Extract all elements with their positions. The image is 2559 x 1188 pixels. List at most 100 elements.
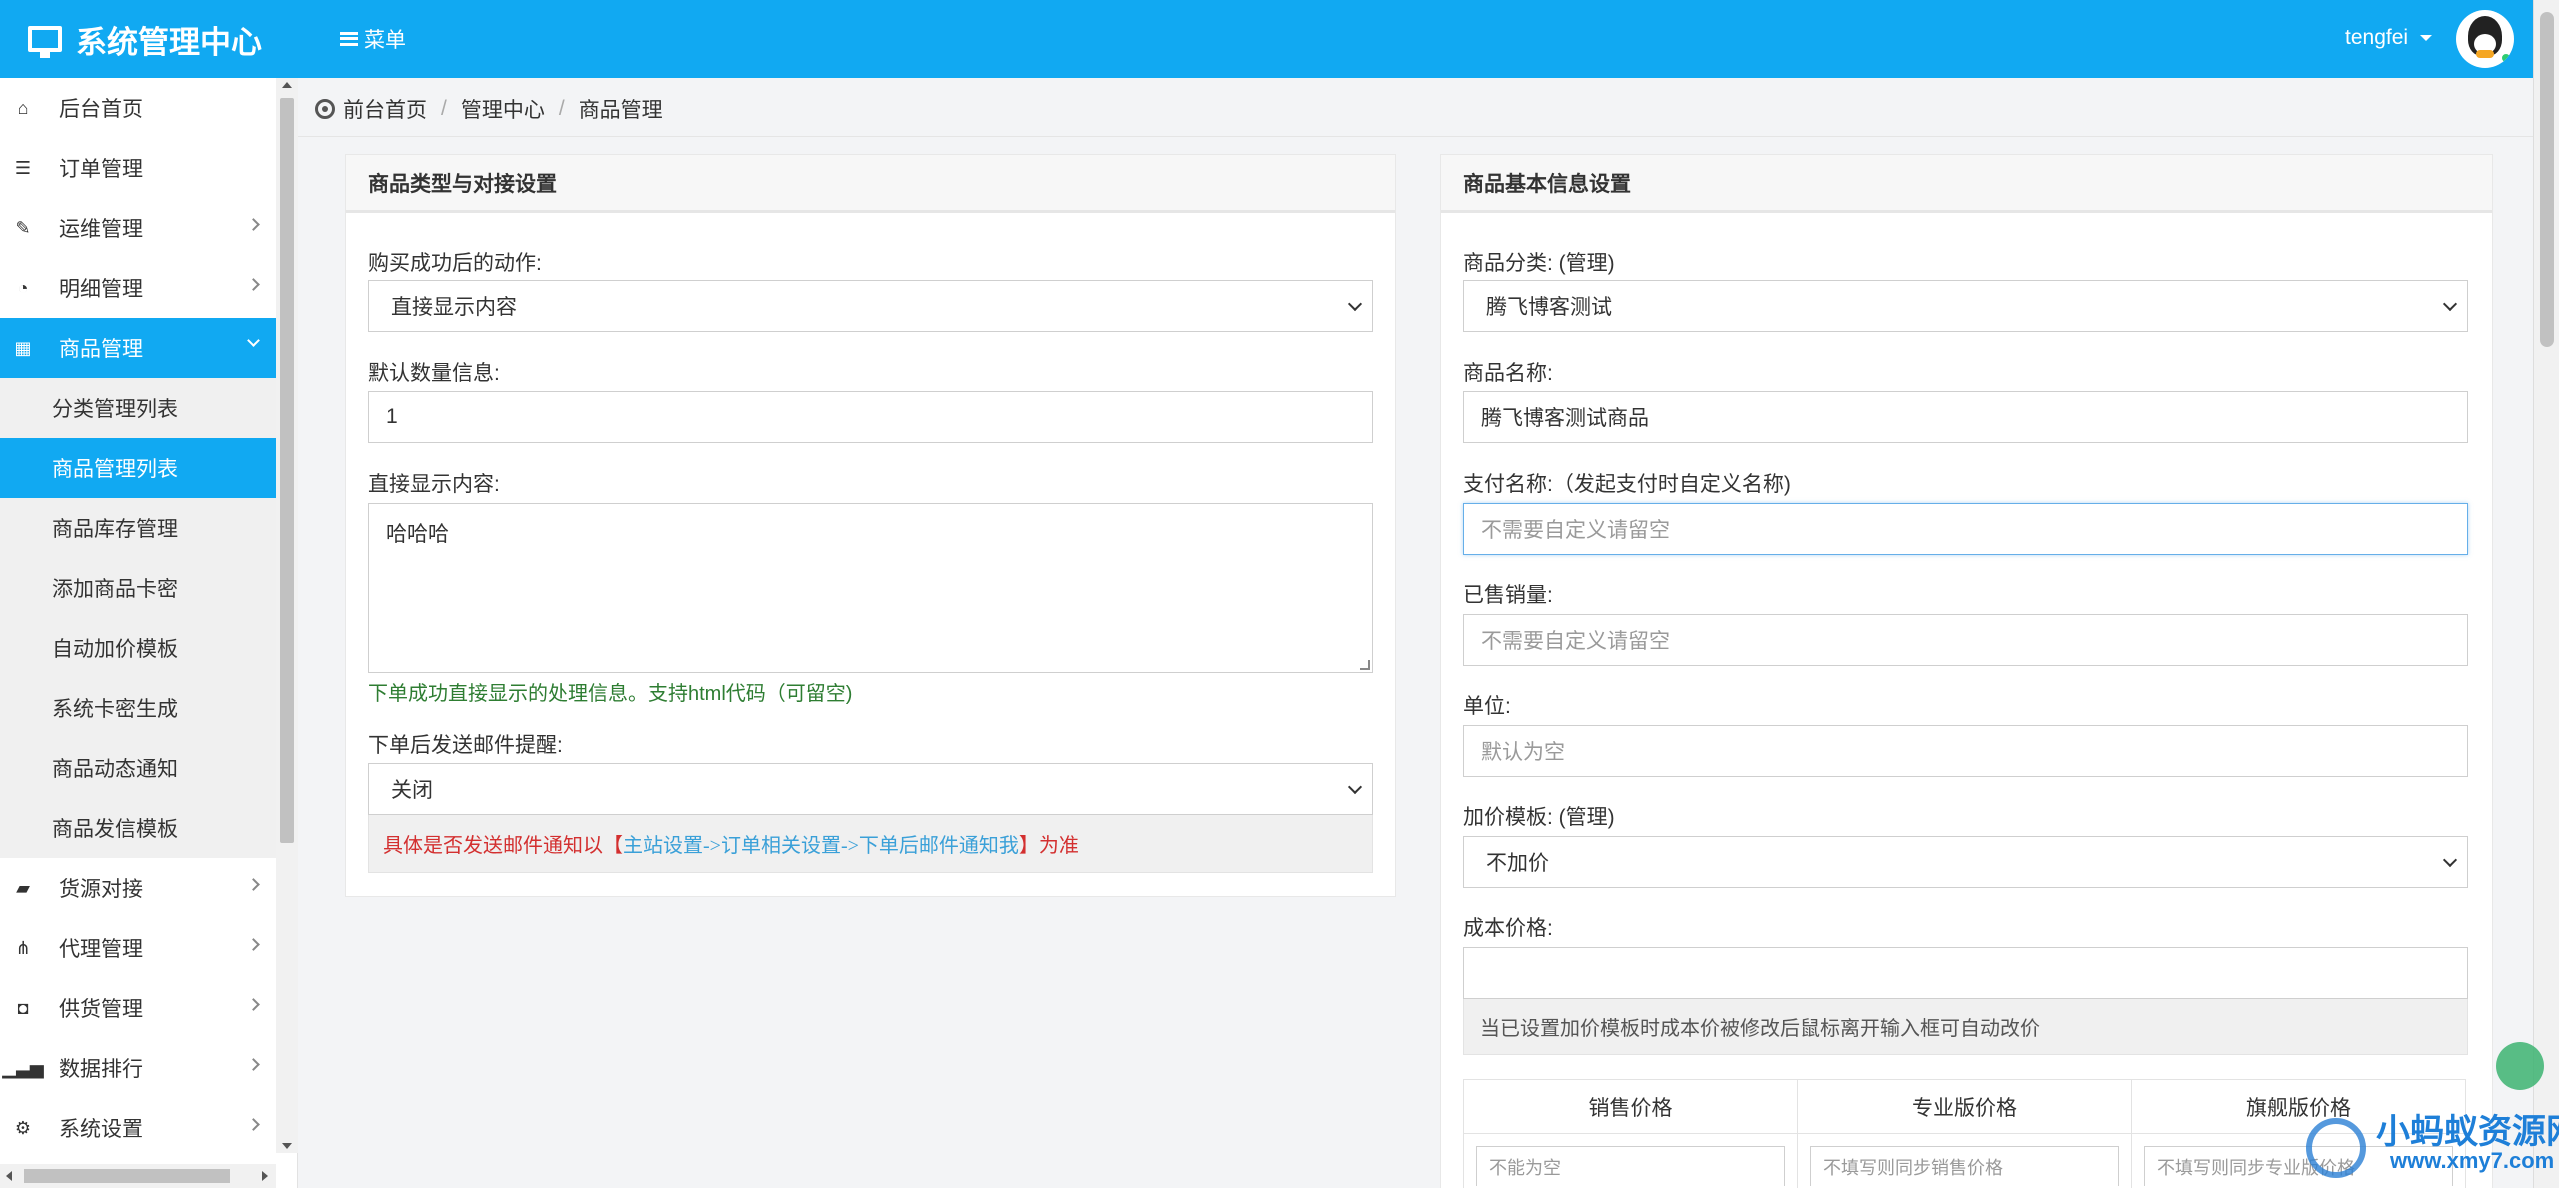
cost-input[interactable] bbox=[1463, 947, 2468, 999]
mail-note-prefix: 具体是否发送邮件通知以【 bbox=[383, 835, 623, 857]
sold-label: 已售销量: bbox=[1463, 584, 1553, 607]
sidebar-scrollbar[interactable] bbox=[276, 78, 298, 1153]
mail-note-suffix: 】为准 bbox=[1018, 835, 1079, 857]
pay-name-input[interactable]: 不需要自定义请留空 bbox=[1463, 503, 2468, 555]
sidebar-subitem-send-template[interactable]: 商品发信模板 bbox=[0, 798, 276, 858]
comments-icon: ✎ bbox=[15, 217, 31, 238]
markup-select[interactable]: 不加价 bbox=[1463, 836, 2468, 888]
sidebar-subitem-card-generate[interactable]: 系统卡密生成 bbox=[0, 678, 276, 738]
username: tengfei bbox=[2345, 26, 2409, 49]
sidebar-item-label: 后台首页 bbox=[59, 98, 143, 121]
pay-name-label: 支付名称:（发起支付时自定义名称) bbox=[1463, 473, 1791, 496]
category-select[interactable]: 腾飞博客测试 bbox=[1463, 280, 2468, 332]
sidebar-hscrollbar-thumb[interactable] bbox=[24, 1169, 230, 1183]
online-status-dot bbox=[2500, 52, 2512, 64]
scroll-right-arrow-icon[interactable] bbox=[262, 1171, 268, 1181]
chevron-down-icon bbox=[247, 334, 260, 347]
markup-select-value: 不加价 bbox=[1486, 852, 1549, 875]
shopping-bag-icon: ◘ bbox=[17, 997, 29, 1018]
sidebar-item-settings[interactable]: ⚙ 系统设置 bbox=[0, 1098, 276, 1158]
chevron-down-icon bbox=[1347, 296, 1363, 312]
name-input[interactable]: 腾飞博客测试商品 bbox=[1463, 391, 2468, 443]
monitor-icon bbox=[28, 26, 62, 58]
sidebar-subitem-markup-template[interactable]: 自动加价模板 bbox=[0, 618, 276, 678]
sidebar-item-suppliers[interactable]: ◘ 供货管理 bbox=[0, 978, 276, 1038]
app-title: 系统管理中心 bbox=[76, 24, 262, 60]
unit-input[interactable]: 默认为空 bbox=[1463, 725, 2468, 777]
breadcrumb-divider bbox=[298, 136, 2533, 137]
list-icon bbox=[340, 32, 358, 46]
action-select[interactable]: 直接显示内容 bbox=[368, 280, 1373, 332]
sidebar-item-details[interactable]: ◔ 明细管理 bbox=[0, 258, 276, 318]
top-navbar: 系统管理中心 菜单 tengfei bbox=[0, 0, 2533, 78]
breadcrumb-admin-link[interactable]: 管理中心 bbox=[461, 94, 545, 124]
user-dropdown[interactable]: tengfei bbox=[2345, 26, 2433, 50]
sidebar-subitem-stock[interactable]: 商品库存管理 bbox=[0, 498, 276, 558]
chevron-right-icon bbox=[247, 278, 260, 291]
sidebar-item-orders[interactable]: ☰ 订单管理 bbox=[0, 138, 276, 198]
page-scrollbar[interactable] bbox=[2533, 0, 2559, 1188]
scroll-up-arrow-icon[interactable] bbox=[282, 82, 292, 88]
content-textarea-value: 哈哈哈 bbox=[386, 523, 449, 546]
sidebar-item-products[interactable]: ▦ 商品管理 bbox=[0, 318, 276, 378]
sidebar-item-label: 代理管理 bbox=[59, 938, 143, 961]
sidebar-item-label: 运维管理 bbox=[59, 218, 143, 241]
sidebar-item-label: 货源对接 bbox=[59, 878, 143, 901]
mail-note-link[interactable]: 主站设置->订单相关设置->下单后邮件通知我 bbox=[623, 829, 1019, 858]
page-scrollbar-thumb[interactable] bbox=[2540, 12, 2554, 347]
breadcrumb-current: 商品管理 bbox=[578, 99, 663, 122]
pro-price-input[interactable]: 不填写则同步销售价格 bbox=[1810, 1146, 2119, 1186]
category-label[interactable]: 商品分类: (管理) bbox=[1463, 247, 1615, 277]
sidebar-item-label: 数据排行 bbox=[59, 1058, 143, 1081]
qty-input[interactable]: 1 bbox=[368, 391, 1373, 443]
chevron-down-icon bbox=[2442, 296, 2458, 312]
markup-label[interactable]: 加价模板: (管理) bbox=[1463, 801, 1615, 831]
sidebar-horizontal-scrollbar[interactable] bbox=[0, 1164, 276, 1188]
sidebar-item-supply-source[interactable]: ▰ 货源对接 bbox=[0, 858, 276, 918]
sidebar-item-agents[interactable]: ⋔ 代理管理 bbox=[0, 918, 276, 978]
sidebar-subitem-category-list[interactable]: 分类管理列表 bbox=[0, 378, 276, 438]
watermark-brand: 小蚂蚁资源网 bbox=[2376, 1113, 2559, 1151]
mail-select[interactable]: 关闭 bbox=[368, 763, 1373, 815]
breadcrumb-home-link[interactable]: 前台首页 bbox=[343, 94, 427, 124]
caret-down-icon bbox=[2420, 35, 2433, 41]
unit-placeholder: 默认为空 bbox=[1481, 741, 1565, 764]
avatar[interactable] bbox=[2456, 10, 2514, 68]
name-input-value: 腾飞博客测试商品 bbox=[1481, 407, 1649, 430]
scroll-left-arrow-icon[interactable] bbox=[6, 1171, 12, 1181]
chevron-right-icon bbox=[247, 1118, 260, 1131]
ant-logo-icon bbox=[2306, 1118, 2366, 1178]
chevron-right-icon bbox=[247, 1058, 260, 1071]
menu-toggle-button[interactable]: 菜单 bbox=[340, 24, 406, 54]
sidebar-item-ranking[interactable]: ▁▃▅ 数据排行 bbox=[0, 1038, 276, 1098]
resize-handle-icon[interactable] bbox=[1360, 660, 1370, 670]
sidebar-subitem-product-list[interactable]: 商品管理列表 bbox=[0, 438, 276, 498]
pay-name-placeholder: 不需要自定义请留空 bbox=[1481, 519, 1670, 542]
price-header-pro: 专业版价格 bbox=[1798, 1080, 2132, 1133]
sidebar-item-label: 明细管理 bbox=[59, 278, 143, 301]
content-textarea[interactable]: 哈哈哈 bbox=[368, 503, 1373, 673]
briefcase-icon: ▰ bbox=[16, 877, 30, 898]
pie-chart-icon: ◔ bbox=[17, 277, 29, 298]
sold-input[interactable]: 不需要自定义请留空 bbox=[1463, 614, 2468, 666]
sitemap-icon: ⋔ bbox=[15, 937, 31, 958]
chevron-right-icon bbox=[247, 938, 260, 951]
sidebar-item-label: 供货管理 bbox=[59, 998, 143, 1021]
home-icon: ⌂ bbox=[17, 97, 29, 118]
sidebar-subitem-notify[interactable]: 商品动态通知 bbox=[0, 738, 276, 798]
app-brand[interactable]: 系统管理中心 bbox=[28, 18, 262, 60]
cogs-icon: ⚙ bbox=[14, 1117, 32, 1138]
qty-input-value: 1 bbox=[386, 405, 398, 428]
breadcrumb-separator: / bbox=[558, 97, 565, 120]
sale-price-input[interactable]: 不能为空 bbox=[1476, 1146, 1785, 1186]
mail-select-value: 关闭 bbox=[391, 779, 433, 802]
sidebar-item-dashboard[interactable]: ⌂ 后台首页 bbox=[0, 78, 276, 138]
scroll-down-arrow-icon[interactable] bbox=[282, 1143, 292, 1149]
sidebar-scrollbar-thumb[interactable] bbox=[280, 98, 294, 843]
sidebar-item-ops[interactable]: ✎ 运维管理 bbox=[0, 198, 276, 258]
sidebar-subitem-add-card[interactable]: 添加商品卡密 bbox=[0, 558, 276, 618]
category-select-value: 腾飞博客测试 bbox=[1486, 296, 1612, 319]
panel-title: 商品基本信息设置 bbox=[1441, 155, 2492, 213]
unit-label: 单位: bbox=[1463, 695, 1511, 718]
chevron-right-icon bbox=[247, 218, 260, 231]
